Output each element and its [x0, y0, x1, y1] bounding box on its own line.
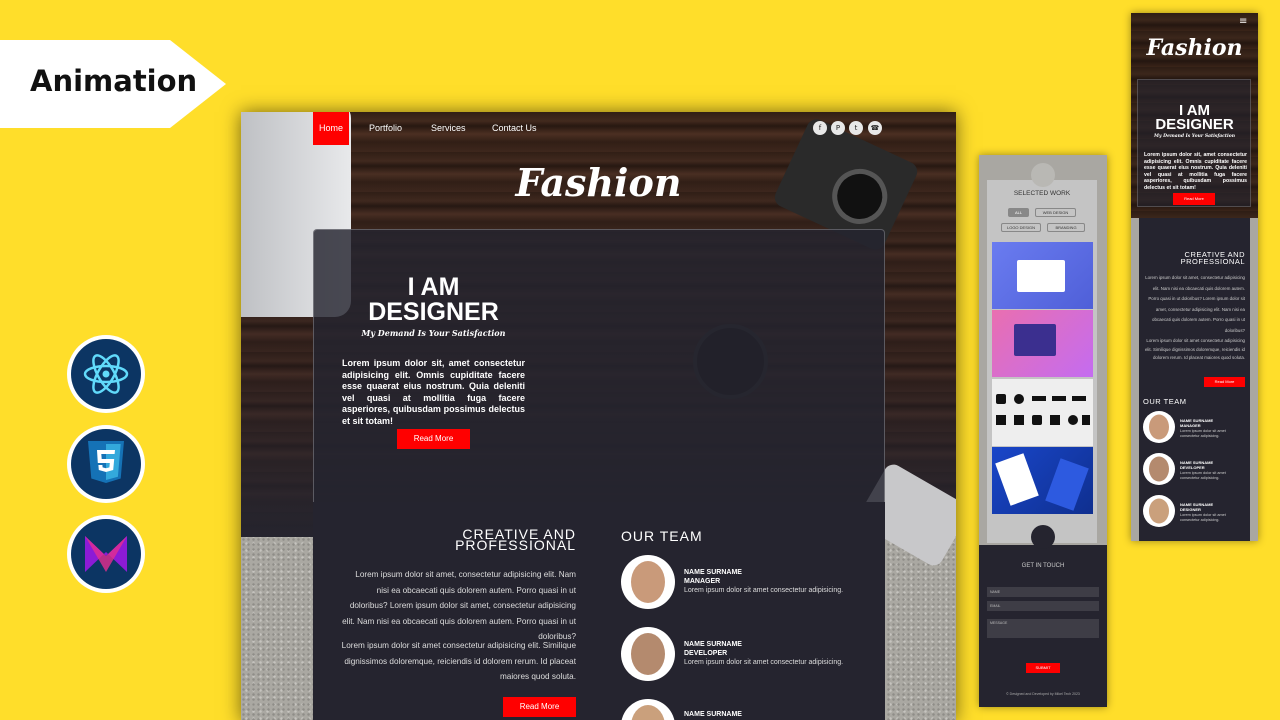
mobile-logo: Fashion: [1146, 35, 1243, 61]
filter-branding[interactable]: BRANDING: [1047, 223, 1085, 232]
hero-read-more-button[interactable]: Read More: [397, 429, 470, 449]
mobile-side-right: [1250, 218, 1258, 541]
mobile-member-3-text: Lorem ipsum dolor sit amet consectetur a…: [1180, 513, 1226, 522]
phone-icon[interactable]: ☎: [868, 121, 882, 135]
css3-logo-icon: [71, 429, 141, 499]
member-3-name: NAME SURNAME: [684, 711, 742, 718]
mobile-read-more-button[interactable]: Read More: [1173, 193, 1215, 205]
mobile-creative-p1: Lorem ipsum dolor sit amet, consectetur …: [1145, 275, 1245, 333]
mobile-member-2: NAME SURNAME DEVELOPER: [1180, 460, 1213, 470]
mobile-hero-heading: I AM DESIGNER: [1131, 103, 1258, 133]
animation-ribbon: Animation: [0, 40, 226, 128]
facebook-icon[interactable]: f: [813, 121, 827, 135]
member-role: MANAGER: [1180, 423, 1201, 428]
filter-all[interactable]: ALL: [1008, 208, 1029, 217]
desktop-preview: Home Portfolio Services Contact Us f P t…: [241, 112, 956, 720]
m-badge: [67, 515, 145, 593]
creative-heading: CREATIVE AND PROFESSIONAL: [401, 527, 576, 553]
member-role: MANAGER: [684, 578, 721, 585]
creative-line2: PROFESSIONAL: [455, 537, 576, 553]
message-field[interactable]: MESSAGE: [987, 619, 1099, 638]
mobile-member-1: NAME SURNAME MANAGER: [1180, 418, 1213, 428]
member-2-text: Lorem ipsum dolor sit amet consectetur a…: [684, 659, 844, 666]
mobile-avatar-developer: [1143, 453, 1175, 485]
mobile-hero-paragraph: Lorem ipsum dolor sit, amet consectetur …: [1144, 152, 1247, 191]
mobile-preview: ≡ Fashion I AM DESIGNER My Demand Is You…: [1131, 13, 1258, 541]
member-1-text: Lorem ipsum dolor sit amet consectetur a…: [684, 587, 844, 594]
member-2-name: NAME SURNAME DEVELOPER: [684, 640, 742, 658]
member-role: DEVELOPER: [684, 650, 728, 657]
nav-home[interactable]: Home: [313, 112, 350, 145]
nav-services[interactable]: Services: [425, 112, 472, 145]
mobile-hero-line2: DESIGNER: [1155, 116, 1234, 133]
email-field[interactable]: EMAIL: [987, 601, 1099, 611]
filter-web-design[interactable]: WEB DESIGN: [1035, 208, 1076, 217]
mobile-avatar-manager: [1143, 411, 1175, 443]
mobile-creative-p2: Lorem ipsum dolor sit amet consectetur a…: [1144, 338, 1245, 360]
work-thumb-logos[interactable]: [992, 379, 1093, 446]
mobile-avatar-designer: [1143, 495, 1175, 527]
avatar-developer: [621, 627, 675, 681]
tablet-notch-top: [1031, 163, 1055, 187]
name-field[interactable]: NAME: [987, 587, 1099, 597]
work-thumb-branding[interactable]: [992, 447, 1093, 514]
mobile-member-3: NAME SURNAME DESIGNER: [1180, 502, 1213, 512]
hero-heading: I AM DESIGNER: [341, 275, 526, 325]
member-role: DEVELOPER: [1180, 465, 1205, 470]
mobile-team-heading: OUR TEAM: [1143, 397, 1187, 406]
ribbon-label: Animation: [30, 64, 198, 98]
member-1-name: NAME SURNAME MANAGER: [684, 568, 742, 586]
footer-text: © Designed and Developed by Mikel Tech 2…: [1006, 692, 1080, 696]
css3-badge: [67, 425, 145, 503]
nav-contact[interactable]: Contact Us: [486, 112, 543, 145]
mobile-member-2-text: Lorem ipsum dolor sit amet consectetur a…: [1180, 471, 1226, 480]
hero-tagline: My Demand Is Your Satisfaction: [361, 328, 506, 338]
get-in-touch-title: GET IN TOUCH: [1021, 563, 1065, 569]
submit-button[interactable]: SUBMIT: [1026, 663, 1060, 673]
site-logo: Fashion: [515, 160, 682, 205]
react-badge: [67, 335, 145, 413]
pinterest-icon[interactable]: P: [831, 121, 845, 135]
mobile-creative-read-more[interactable]: Read More: [1204, 377, 1245, 387]
creative-paragraph-2: Lorem ipsum dolor sit amet consectetur a…: [341, 641, 576, 681]
hero-line1: I AM: [407, 273, 460, 301]
nav-portfolio[interactable]: Portfolio: [363, 112, 408, 145]
avatar-manager: [621, 555, 675, 609]
member-role: DESIGNER: [1180, 507, 1201, 512]
twitter-icon[interactable]: t: [849, 121, 863, 135]
mobile-side-left: [1131, 218, 1139, 541]
mobile-creative-line2: PROFESSIONAL: [1180, 257, 1245, 266]
creative-read-more-button[interactable]: Read More: [503, 697, 576, 717]
hero-paragraph: Lorem ipsum dolor sit, amet consectetur …: [342, 358, 525, 426]
mobile-member-1-text: Lorem ipsum dolor sit amet consectetur a…: [1180, 429, 1226, 438]
selected-work-title: SELECTED WORK: [1013, 190, 1071, 197]
member-name: NAME SURNAME: [684, 641, 742, 648]
tablet-notch-bottom: [1031, 525, 1055, 549]
work-thumb-ui[interactable]: [992, 310, 1093, 377]
creative-paragraph-1: Lorem ipsum dolor sit amet, consectetur …: [342, 570, 576, 641]
mobile-creative-heading: CREATIVE AND PROFESSIONAL: [1143, 251, 1245, 266]
team-heading: OUR TEAM: [621, 528, 703, 544]
hamburger-menu-icon[interactable]: ≡: [1239, 16, 1247, 27]
hero-line2: DESIGNER: [368, 298, 499, 326]
member-name: NAME SURNAME: [684, 569, 742, 576]
filter-logo-design[interactable]: LOGO DESIGN: [1001, 223, 1041, 232]
m-logo-icon: [71, 519, 141, 589]
tablet-preview: SELECTED WORK ALL WEB DESIGN LOGO DESIGN…: [979, 155, 1107, 707]
work-thumb-web[interactable]: [992, 242, 1093, 309]
react-logo-icon: [71, 339, 141, 409]
mobile-tagline: My Demand Is Your Satisfaction: [1154, 134, 1235, 139]
